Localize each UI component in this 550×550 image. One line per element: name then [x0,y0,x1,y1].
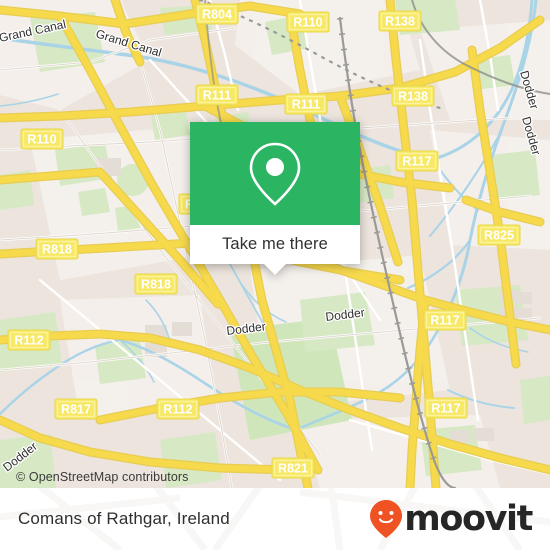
map-pin-icon [249,142,301,206]
road-shield-label: R110 [27,133,56,147]
road-shield-label: R138 [398,90,428,104]
road-shield-label: R110 [293,16,322,30]
road-shield: R112 [156,398,200,420]
road-shield: R818 [35,238,79,260]
road-shield-label: R804 [202,8,232,22]
road-shield-label: R112 [163,403,192,417]
road-shield: R111 [284,93,328,115]
map-canvas[interactable]: .rd { stroke:#f7d94c; fill:none; stroke-… [0,0,550,488]
road-shield: R818 [134,273,178,295]
road-shield: R111 [195,84,239,106]
road-shield: R138 [378,10,422,32]
moovit-brand[interactable]: moovit [369,498,533,539]
moovit-place-card: .rd { stroke:#f7d94c; fill:none; stroke-… [0,0,550,550]
footer-bar: Comans of Rathgar, Ireland moovit [0,488,550,550]
osm-attribution[interactable]: © OpenStreetMap contributors [16,470,189,484]
road-shield-label: R825 [484,229,514,243]
road-shield: R821 [271,457,315,479]
road-shield: R112 [7,329,51,351]
road-shield-label: R111 [203,89,232,103]
road-shield-label: R818 [141,278,171,292]
road-shield: R117 [424,397,468,419]
road-shield: R138 [391,85,435,107]
take-me-there-label: Take me there [222,235,328,253]
road-shield-label: R111 [292,98,321,112]
place-title: Comans of Rathgar, Ireland [18,509,230,528]
road-shield: R110 [286,11,330,33]
popup-pin-panel [190,122,360,225]
place-popup-card[interactable]: Take me there [190,122,360,275]
road-shield-label: R117 [430,314,459,328]
road-shield: R110 [20,128,64,150]
road-shield-label: R818 [42,243,72,257]
road-shield: R825 [477,224,521,246]
road-shield: R117 [423,309,467,331]
road-shield-label: R117 [402,155,431,169]
moovit-wordmark: moovit [404,498,533,539]
road-shield: R117 [395,150,439,172]
road-shield-label: R112 [14,334,43,348]
road-shield: R804 [195,3,239,25]
moovit-smiley-pin-icon [370,500,403,538]
take-me-there-button[interactable]: Take me there [190,225,360,275]
road-shield: R817 [54,398,98,420]
road-shield-label: R821 [278,462,308,476]
road-shield-label: R117 [431,402,460,416]
road-shield-label: R138 [385,15,415,29]
popup-pointer-tail [264,264,286,275]
road-shield-label: R817 [61,403,91,417]
